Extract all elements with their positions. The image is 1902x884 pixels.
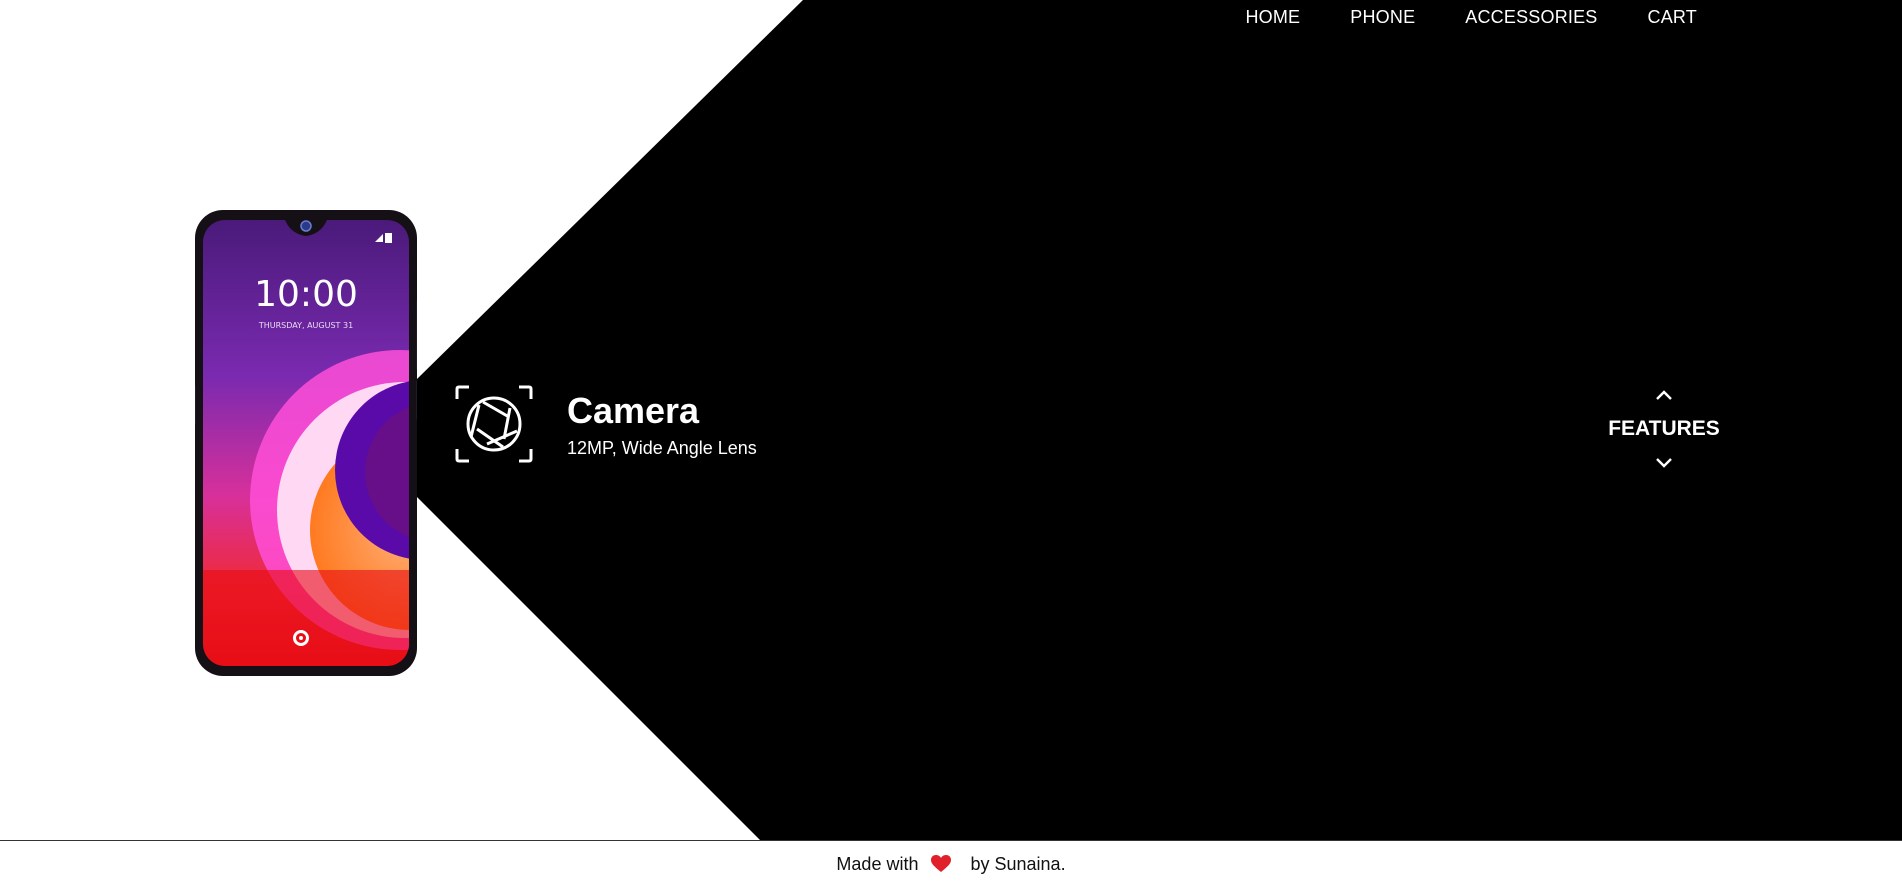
footer-suffix: by Sunaina.: [970, 854, 1066, 874]
chevron-down-icon[interactable]: [1654, 456, 1674, 470]
footer: Made with by Sunaina.: [0, 854, 1902, 875]
feature-text: Camera 12MP, Wide Angle Lens: [567, 390, 757, 459]
nav-cart[interactable]: CART: [1648, 7, 1697, 28]
feature-block: Camera 12MP, Wide Angle Lens: [455, 385, 757, 463]
feature-description: 12MP, Wide Angle Lens: [567, 437, 757, 458]
chevron-up-icon[interactable]: [1654, 388, 1674, 402]
page: HOME PHONE ACCESSORIES CART 10:00 THURSD…: [0, 0, 1902, 884]
phone-date: THURSDAY, AUGUST 31: [258, 321, 353, 330]
footer-divider: [0, 840, 1902, 841]
nav-accessories[interactable]: ACCESSORIES: [1465, 7, 1597, 28]
nav-home[interactable]: HOME: [1245, 7, 1300, 28]
footer-prefix: Made with: [836, 854, 919, 874]
phone-image: 10:00 THURSDAY, AUGUST 31: [195, 210, 417, 676]
phone-clock: 10:00: [254, 274, 358, 315]
nav-phone[interactable]: PHONE: [1350, 7, 1415, 28]
heart-icon: [931, 855, 952, 872]
camera-aperture-icon: [455, 385, 533, 463]
top-navigation: HOME PHONE ACCESSORIES CART: [1245, 7, 1697, 28]
features-navigator: FEATURES: [1604, 388, 1724, 470]
feature-title: Camera: [567, 389, 700, 431]
features-label: FEATURES: [1608, 417, 1720, 440]
